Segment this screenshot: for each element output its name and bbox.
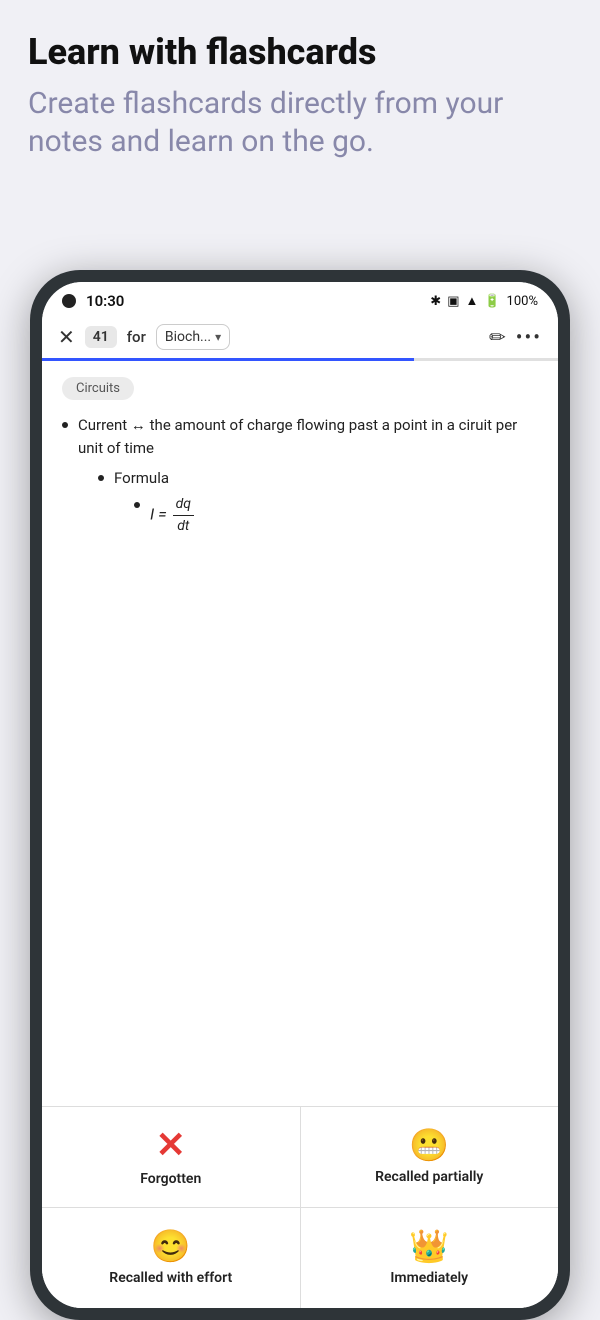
page-title: Learn with flashcards xyxy=(28,32,572,73)
answer-grid: ✕ Forgotten 😬 Recalled partially 😊 Recal… xyxy=(42,1106,558,1308)
formula-bullet-dot xyxy=(134,502,140,508)
formula-item: I = dq dt xyxy=(134,494,196,537)
recalled-with-effort-button[interactable]: 😊 Recalled with effort xyxy=(42,1208,300,1308)
immediately-label: Immediately xyxy=(390,1270,468,1286)
more-options-button[interactable]: ••• xyxy=(516,325,542,349)
numerator: dq xyxy=(173,494,194,516)
battery-level: 100% xyxy=(507,294,538,309)
card-tag: Circuits xyxy=(62,377,134,400)
signal-icon: ▲ xyxy=(465,293,478,309)
chevron-down-icon: ▾ xyxy=(215,330,221,344)
sub-list-item: Formula I = dq dt xyxy=(98,467,538,537)
bluetooth-icon: ✱ xyxy=(430,294,441,309)
x-icon: ✕ xyxy=(156,1127,186,1163)
close-button[interactable]: ✕ xyxy=(58,325,75,349)
status-bar: 10:30 ✱ ▣ ▲ 🔋 100% xyxy=(42,282,558,316)
sub-bullet-dot xyxy=(98,475,104,481)
page-header: Learn with flashcards Create flashcards … xyxy=(0,0,600,184)
phone-shell: 10:30 ✱ ▣ ▲ 🔋 100% ✕ 41 for Bioch... ▾ ✏… xyxy=(30,270,570,1320)
edit-button[interactable]: ✏ xyxy=(489,325,506,349)
card-count: 41 xyxy=(85,326,117,348)
recalled-partially-label: Recalled partially xyxy=(375,1169,483,1185)
battery-icon: 🔋 xyxy=(484,294,500,309)
list-item: Current ↔ the amount of charge flowing p… xyxy=(62,414,538,547)
forgotten-button[interactable]: ✕ Forgotten xyxy=(42,1107,300,1207)
denominator: dt xyxy=(174,516,192,537)
sub-list: Formula I = dq dt xyxy=(78,467,538,537)
recalled-with-effort-label: Recalled with effort xyxy=(109,1270,232,1286)
immediately-button[interactable]: 👑 Immediately xyxy=(301,1208,559,1308)
sub-bullet-text: Formula I = dq dt xyxy=(114,467,196,537)
deck-selector[interactable]: Bioch... ▾ xyxy=(156,324,230,350)
vibrate-icon: ▣ xyxy=(447,294,459,309)
formula-text: I = dq dt xyxy=(150,494,196,537)
bullet-text: Current ↔ the amount of charge flowing p… xyxy=(78,414,538,547)
main-bullet-content: Current ↔ the amount of charge flowing p… xyxy=(78,416,517,457)
happy-emoji-icon: 😊 xyxy=(151,1230,191,1262)
phone-screen: 10:30 ✱ ▣ ▲ 🔋 100% ✕ 41 for Bioch... ▾ ✏… xyxy=(42,282,558,1308)
crown-emoji-icon: 👑 xyxy=(409,1230,449,1262)
forgotten-label: Forgotten xyxy=(140,1171,201,1187)
bullet-list: Current ↔ the amount of charge flowing p… xyxy=(62,414,538,547)
status-time: 10:30 xyxy=(86,292,124,310)
camera-dot xyxy=(62,294,76,308)
deck-name: Bioch... xyxy=(165,329,211,345)
page-subtitle: Create flashcards directly from your not… xyxy=(28,85,572,160)
card-content: Circuits Current ↔ the amount of charge … xyxy=(42,361,558,1106)
recalled-partially-button[interactable]: 😬 Recalled partially xyxy=(301,1107,559,1207)
for-label: for xyxy=(127,328,146,346)
status-right: ✱ ▣ ▲ 🔋 100% xyxy=(430,293,538,309)
formula-label: Formula xyxy=(114,469,169,487)
status-left: 10:30 xyxy=(62,292,124,310)
formula-fraction: dq dt xyxy=(173,494,194,537)
toolbar: ✕ 41 for Bioch... ▾ ✏ ••• xyxy=(42,316,558,358)
grimace-emoji-icon: 😬 xyxy=(409,1129,449,1161)
bullet-dot xyxy=(62,422,68,428)
